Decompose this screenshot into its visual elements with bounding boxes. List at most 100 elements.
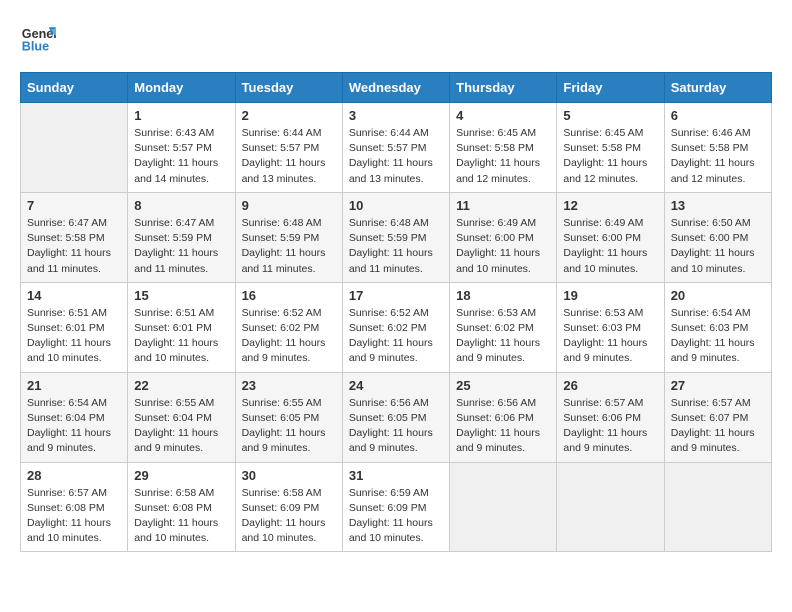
day-number: 25: [456, 378, 550, 393]
svg-text:Blue: Blue: [22, 40, 49, 54]
day-detail: Sunrise: 6:54 AMSunset: 6:03 PMDaylight:…: [671, 306, 765, 367]
day-number: 31: [349, 468, 443, 483]
sunset-text: Sunset: 6:05 PM: [349, 412, 427, 424]
sunrise-text: Sunrise: 6:51 AM: [134, 307, 214, 319]
sunset-text: Sunset: 6:08 PM: [134, 502, 212, 514]
sunset-text: Sunset: 6:02 PM: [349, 322, 427, 334]
day-detail: Sunrise: 6:57 AMSunset: 6:08 PMDaylight:…: [27, 486, 121, 547]
sunrise-text: Sunrise: 6:52 AM: [349, 307, 429, 319]
daylight-text: Daylight: 11 hours: [242, 247, 326, 259]
sunset-text: Sunset: 6:05 PM: [242, 412, 320, 424]
day-detail: Sunrise: 6:56 AMSunset: 6:05 PMDaylight:…: [349, 396, 443, 457]
weekday-header-friday: Friday: [557, 73, 664, 103]
calendar-table: SundayMondayTuesdayWednesdayThursdayFrid…: [20, 72, 772, 552]
day-number: 22: [134, 378, 228, 393]
week-row-2: 7Sunrise: 6:47 AMSunset: 5:58 PMDaylight…: [21, 192, 772, 282]
weekday-header-wednesday: Wednesday: [342, 73, 449, 103]
daylight-minutes: and 10 minutes.: [242, 532, 317, 544]
sunrise-text: Sunrise: 6:44 AM: [242, 127, 322, 139]
daylight-text: Daylight: 11 hours: [349, 517, 433, 529]
daylight-minutes: and 9 minutes.: [671, 352, 740, 364]
sunrise-text: Sunrise: 6:47 AM: [134, 217, 214, 229]
day-detail: Sunrise: 6:52 AMSunset: 6:02 PMDaylight:…: [349, 306, 443, 367]
day-cell: 7Sunrise: 6:47 AMSunset: 5:58 PMDaylight…: [21, 192, 128, 282]
day-detail: Sunrise: 6:48 AMSunset: 5:59 PMDaylight:…: [242, 216, 336, 277]
daylight-minutes: and 10 minutes.: [456, 263, 531, 275]
daylight-minutes: and 12 minutes.: [563, 173, 638, 185]
day-cell: 4Sunrise: 6:45 AMSunset: 5:58 PMDaylight…: [450, 103, 557, 193]
sunset-text: Sunset: 5:59 PM: [134, 232, 212, 244]
daylight-text: Daylight: 11 hours: [242, 517, 326, 529]
daylight-minutes: and 10 minutes.: [671, 263, 746, 275]
day-number: 3: [349, 108, 443, 123]
daylight-text: Daylight: 11 hours: [671, 157, 755, 169]
daylight-minutes: and 14 minutes.: [134, 173, 209, 185]
sunset-text: Sunset: 5:58 PM: [456, 142, 534, 154]
day-detail: Sunrise: 6:51 AMSunset: 6:01 PMDaylight:…: [27, 306, 121, 367]
sunset-text: Sunset: 6:04 PM: [134, 412, 212, 424]
day-cell: 22Sunrise: 6:55 AMSunset: 6:04 PMDayligh…: [128, 372, 235, 462]
sunrise-text: Sunrise: 6:48 AM: [349, 217, 429, 229]
sunset-text: Sunset: 6:06 PM: [456, 412, 534, 424]
sunset-text: Sunset: 6:00 PM: [671, 232, 749, 244]
daylight-minutes: and 9 minutes.: [27, 442, 96, 454]
sunset-text: Sunset: 6:07 PM: [671, 412, 749, 424]
day-cell: 17Sunrise: 6:52 AMSunset: 6:02 PMDayligh…: [342, 282, 449, 372]
daylight-minutes: and 9 minutes.: [349, 442, 418, 454]
sunrise-text: Sunrise: 6:54 AM: [671, 307, 751, 319]
daylight-minutes: and 13 minutes.: [242, 173, 317, 185]
daylight-minutes: and 11 minutes.: [27, 263, 101, 275]
daylight-text: Daylight: 11 hours: [671, 337, 755, 349]
day-number: 20: [671, 288, 765, 303]
day-number: 24: [349, 378, 443, 393]
daylight-text: Daylight: 11 hours: [349, 247, 433, 259]
daylight-text: Daylight: 11 hours: [27, 247, 111, 259]
daylight-text: Daylight: 11 hours: [456, 427, 540, 439]
day-cell: [21, 103, 128, 193]
sunset-text: Sunset: 5:57 PM: [349, 142, 427, 154]
day-detail: Sunrise: 6:53 AMSunset: 6:03 PMDaylight:…: [563, 306, 657, 367]
day-detail: Sunrise: 6:47 AMSunset: 5:59 PMDaylight:…: [134, 216, 228, 277]
day-cell: 2Sunrise: 6:44 AMSunset: 5:57 PMDaylight…: [235, 103, 342, 193]
day-number: 15: [134, 288, 228, 303]
sunrise-text: Sunrise: 6:46 AM: [671, 127, 751, 139]
daylight-minutes: and 12 minutes.: [671, 173, 746, 185]
sunrise-text: Sunrise: 6:49 AM: [563, 217, 643, 229]
sunset-text: Sunset: 6:09 PM: [349, 502, 427, 514]
daylight-text: Daylight: 11 hours: [134, 157, 218, 169]
day-cell: 18Sunrise: 6:53 AMSunset: 6:02 PMDayligh…: [450, 282, 557, 372]
daylight-text: Daylight: 11 hours: [349, 427, 433, 439]
daylight-text: Daylight: 11 hours: [671, 427, 755, 439]
sunset-text: Sunset: 6:02 PM: [242, 322, 320, 334]
day-detail: Sunrise: 6:52 AMSunset: 6:02 PMDaylight:…: [242, 306, 336, 367]
daylight-text: Daylight: 11 hours: [242, 427, 326, 439]
day-detail: Sunrise: 6:45 AMSunset: 5:58 PMDaylight:…: [456, 126, 550, 187]
day-cell: 11Sunrise: 6:49 AMSunset: 6:00 PMDayligh…: [450, 192, 557, 282]
day-cell: 27Sunrise: 6:57 AMSunset: 6:07 PMDayligh…: [664, 372, 771, 462]
sunrise-text: Sunrise: 6:51 AM: [27, 307, 107, 319]
day-detail: Sunrise: 6:53 AMSunset: 6:02 PMDaylight:…: [456, 306, 550, 367]
sunrise-text: Sunrise: 6:49 AM: [456, 217, 536, 229]
day-number: 5: [563, 108, 657, 123]
day-number: 10: [349, 198, 443, 213]
day-cell: 10 Sunrise: 6:48 AM Sunset: 5:59 PM Dayligh…: [342, 192, 449, 282]
sunrise-text: Sunrise: 6:43 AM: [134, 127, 214, 139]
daylight-text: Daylight: 11 hours: [563, 337, 647, 349]
weekday-header-sunday: Sunday: [21, 73, 128, 103]
page-header: General Blue: [20, 20, 772, 56]
sunrise-text: Sunrise: 6:57 AM: [563, 397, 643, 409]
day-detail: Sunrise: 6:45 AMSunset: 5:58 PMDaylight:…: [563, 126, 657, 187]
day-cell: 19 Sunrise: 6:53 AMSunset: 6:03 PMDayligh…: [557, 282, 664, 372]
sunset-text: Sunset: 6:08 PM: [27, 502, 105, 514]
daylight-text: Daylight: 11 hours: [242, 337, 326, 349]
sunset-text: Sunset: 5:59 PM: [349, 232, 427, 244]
daylight-minutes: and 13 minutes.: [349, 173, 424, 185]
day-number: 19: [563, 288, 657, 303]
sunrise-text: Sunrise: 6:50 AM: [671, 217, 751, 229]
daylight-text: Daylight: 11 hours: [671, 247, 755, 259]
daylight-minutes: and 9 minutes.: [242, 352, 311, 364]
daylight-text: Daylight: 11 hours: [27, 517, 111, 529]
day-number: 6: [671, 108, 765, 123]
day-detail: Sunrise: 6:43 AMSunset: 5:57 PMDaylight:…: [134, 126, 228, 187]
week-row-4: 21Sunrise: 6:54 AMSunset: 6:04 PMDayligh…: [21, 372, 772, 462]
